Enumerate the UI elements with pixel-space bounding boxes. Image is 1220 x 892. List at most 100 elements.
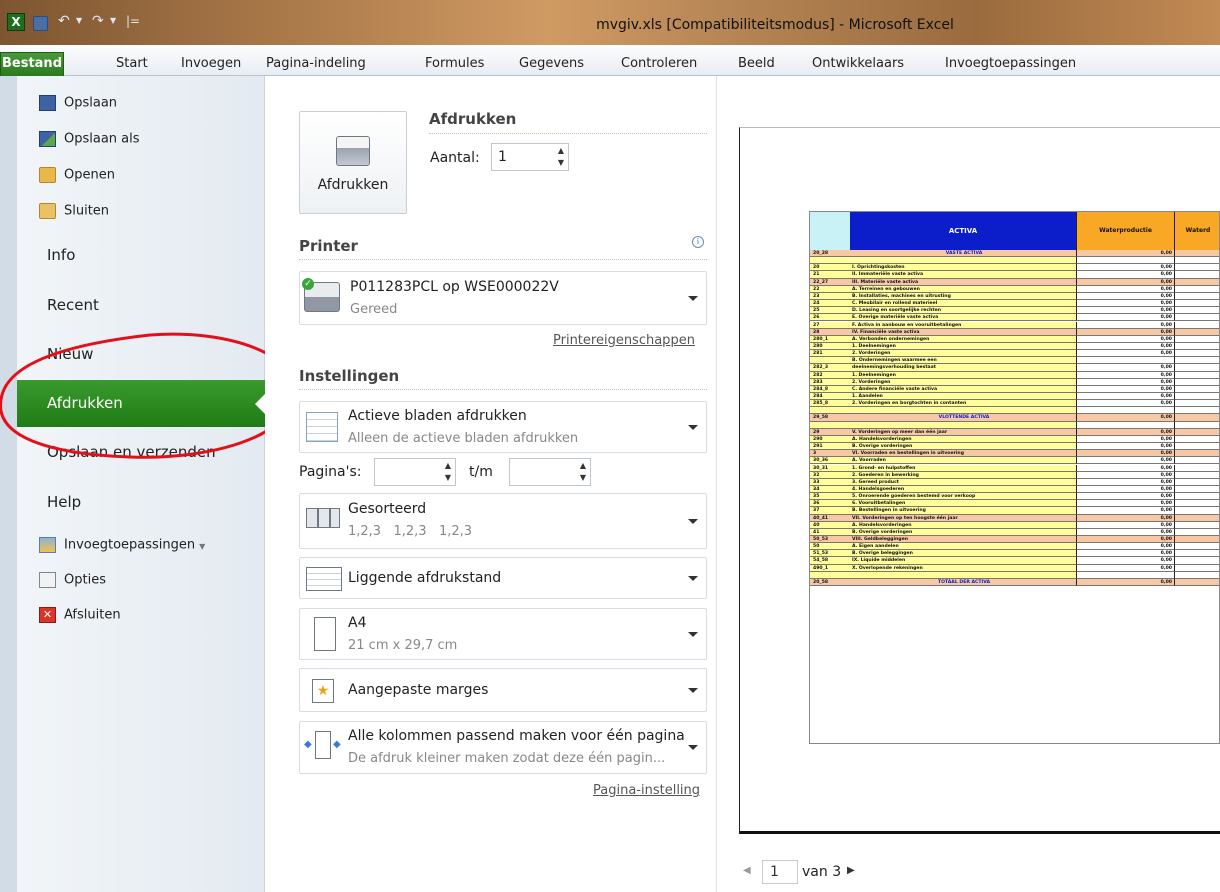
- paper-size-dropdown[interactable]: A4 21 cm x 29,7 cm: [299, 608, 707, 660]
- sheet-row: [810, 421, 1219, 429]
- sheet-cell-label: A. Handelsvorderingen: [850, 521, 1076, 529]
- sheet-cell-next: [1174, 557, 1219, 565]
- print-what-sub: Alleen de actieve bladen afdrukken: [348, 431, 579, 446]
- printer-properties-link[interactable]: Printereigenschappen: [553, 333, 695, 348]
- page-setup-link[interactable]: Pagina-instelling: [593, 783, 700, 798]
- spin-up-icon[interactable]: ▲: [445, 461, 451, 470]
- nav-label: Opslaan: [64, 95, 118, 111]
- tab-start[interactable]: Start: [116, 56, 148, 71]
- paper-size-sub: 21 cm x 29,7 cm: [348, 638, 458, 653]
- sheet-cell-code: 280: [810, 342, 850, 351]
- sheet-cell-label: B. Bestellingen in uitvoering: [850, 507, 1076, 515]
- nav-label: Afsluiten: [64, 607, 121, 623]
- open-folder-icon: [39, 167, 56, 183]
- next-page-icon[interactable]: ▶: [847, 865, 855, 876]
- nav-afsluiten[interactable]: ✕ Afsluiten: [39, 607, 287, 623]
- nav-help[interactable]: Help: [47, 493, 295, 511]
- sheet-cell-value: [1076, 357, 1174, 365]
- sheet-row: 280 1. Deelnemingen 0,00: [810, 342, 1219, 351]
- sheet-cell-code: 40_41: [810, 514, 850, 522]
- spin-down-icon[interactable]: ▼: [558, 158, 564, 167]
- sheet-cell-label: F. Activa in aanbouw en vooruitbetalinge…: [850, 321, 1076, 329]
- nav-sluiten[interactable]: Sluiten: [39, 203, 287, 219]
- tab-ontwikkelaars[interactable]: Ontwikkelaars: [812, 56, 904, 71]
- sheet-cell-value: [1076, 257, 1174, 265]
- tab-pagina-indeling[interactable]: Pagina-indeling: [266, 56, 366, 71]
- page-number-input[interactable]: 1: [762, 860, 798, 884]
- nav-opties[interactable]: Opties: [39, 572, 287, 588]
- save-as-icon: [39, 131, 56, 147]
- sheet-header-title: ACTIVA: [850, 212, 1076, 250]
- sheet-cell-value: 0,00: [1076, 457, 1174, 465]
- sheet-cell-label: X. Overlopende rekeningen: [850, 564, 1076, 572]
- nav-opslaan[interactable]: Opslaan: [39, 95, 287, 111]
- sheet-cell-code: 285_8: [810, 400, 850, 408]
- sheet-cell-value: 0,00: [1076, 350, 1174, 358]
- tab-invoegen[interactable]: Invoegen: [181, 56, 241, 71]
- sheet-cell-next: [1174, 357, 1219, 365]
- tab-controleren[interactable]: Controleren: [621, 56, 697, 71]
- sheet-cell-label: 2. Vorderingen en borgtochten in contant…: [850, 400, 1076, 408]
- margins-dropdown[interactable]: ★ Aangepaste marges: [299, 668, 707, 712]
- sheet-cell-next: [1174, 521, 1219, 529]
- sheet-cell-code: 282_3: [810, 364, 850, 372]
- printer-dropdown[interactable]: ✓ P011283PCL op WSE000022V Gereed: [299, 271, 707, 325]
- sheet-cell-label: [850, 257, 1076, 265]
- sheet-cell-next: [1174, 335, 1219, 343]
- sheet-cell-label: 5. Onroerende goederen bestemd voor verk…: [850, 493, 1076, 501]
- nav-openen[interactable]: Openen: [39, 167, 287, 183]
- sheet-cell-code: 30_36: [810, 457, 850, 465]
- tab-beeld[interactable]: Beeld: [738, 56, 775, 71]
- chevron-down-icon: [688, 576, 698, 581]
- nav-label: Opties: [64, 572, 106, 588]
- pages-to-input[interactable]: ▲ ▼: [509, 458, 591, 486]
- options-icon: [39, 572, 56, 588]
- spin-up-icon[interactable]: ▲: [580, 461, 586, 470]
- spin-down-icon[interactable]: ▼: [445, 473, 451, 482]
- sheet-header-col1: Waterproductie: [1076, 212, 1174, 250]
- sheet-cell-value: 0,00: [1076, 578, 1174, 587]
- scaling-dropdown[interactable]: ◆ ◆ Alle kolommen passend maken voor één…: [299, 721, 707, 774]
- sheet-cell-code: 29: [810, 428, 850, 436]
- sheet-cell-label: A. Terreinen en gebouwen: [850, 285, 1076, 293]
- sheet-cell-next: [1174, 564, 1219, 572]
- sheet-cell-label: I. Oprichtingskosten: [850, 264, 1076, 272]
- sheet-row: 284 1. Aandelen 0,00: [810, 393, 1219, 401]
- sheet-cell-next: [1174, 578, 1219, 587]
- print-what-dropdown[interactable]: Actieve bladen afdrukken Alleen de actie…: [299, 401, 707, 453]
- sheet-cell-value: 0,00: [1076, 485, 1174, 494]
- spin-up-icon[interactable]: ▲: [558, 146, 564, 155]
- tab-formules[interactable]: Formules: [425, 56, 484, 71]
- tab-gegevens[interactable]: Gegevens: [519, 56, 584, 71]
- sheet-cell-code: 23: [810, 292, 850, 301]
- copies-stepper[interactable]: 1 ▲ ▼: [491, 143, 569, 171]
- sheet-cell-value: 0,00: [1076, 378, 1174, 386]
- sheet-row: [810, 571, 1219, 579]
- sheet-cell-label: D. Leasing en soortgelijke rechten: [850, 307, 1076, 315]
- nav-opslaan-als[interactable]: Opslaan als: [39, 131, 287, 147]
- print-button[interactable]: Afdrukken: [299, 111, 407, 214]
- sheet-row: 30_36 A. Voorraden 0,00: [810, 457, 1219, 465]
- sheet-cell-value: 0,00: [1076, 550, 1174, 558]
- spin-down-icon[interactable]: ▼: [580, 473, 586, 482]
- sheet-cell-next: [1174, 264, 1219, 272]
- exit-icon: ✕: [39, 607, 56, 623]
- sheet-cell-label: VIII. Geldbeleggingen: [850, 536, 1076, 544]
- tab-invoegtoepassingen[interactable]: Invoegtoepassingen: [945, 56, 1076, 71]
- sheet-cell-value: 0,00: [1076, 493, 1174, 501]
- sheet-cell-code: 284_8: [810, 385, 850, 393]
- sheet-cell-next: [1174, 400, 1219, 408]
- collate-dropdown[interactable]: Gesorteerd 1,2,3 1,2,3 1,2,3: [299, 493, 707, 549]
- sheet-cell-next: [1174, 278, 1219, 286]
- orientation-dropdown[interactable]: Liggende afdrukstand: [299, 557, 707, 599]
- nav-recent[interactable]: Recent: [47, 296, 295, 314]
- info-icon[interactable]: i: [692, 236, 704, 248]
- tab-bestand[interactable]: Bestand: [0, 52, 64, 76]
- sheet-cell-next: [1174, 393, 1219, 401]
- pages-from-input[interactable]: ▲ ▼: [374, 458, 456, 486]
- nav-invoegtoepassingen[interactable]: Invoegtoepassingen ▼: [39, 537, 287, 553]
- prev-page-icon[interactable]: ◀: [743, 865, 751, 876]
- nav-info[interactable]: Info: [47, 246, 295, 264]
- sheet-cell-label: III. Materiële vaste activa: [850, 278, 1076, 286]
- sheet-cell-label: B. Overige vorderingen: [850, 528, 1076, 536]
